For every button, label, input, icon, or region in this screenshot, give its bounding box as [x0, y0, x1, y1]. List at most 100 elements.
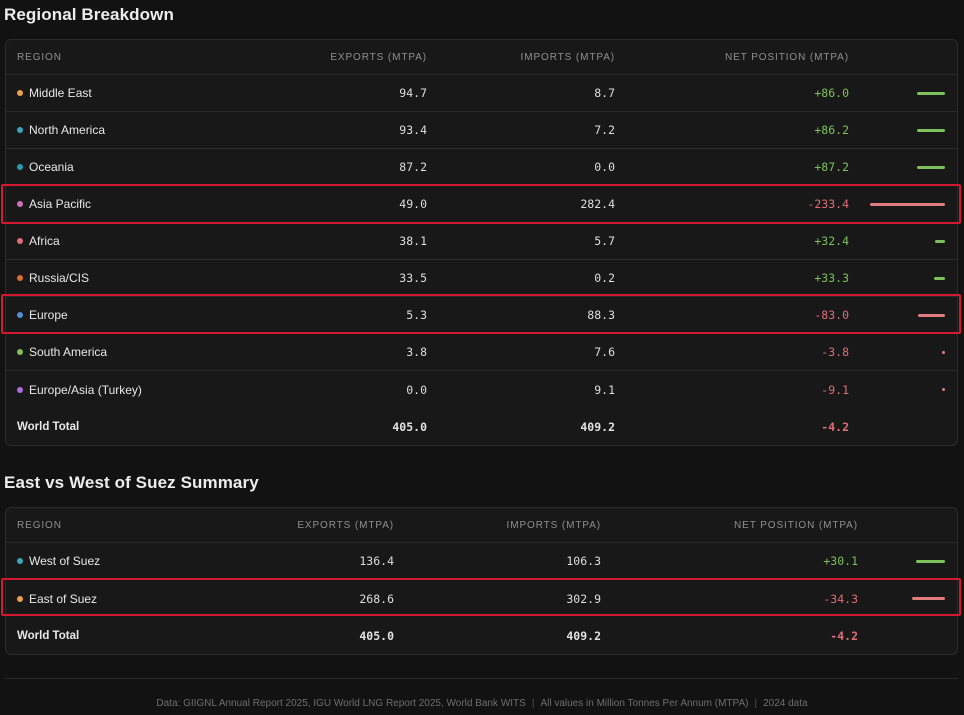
- net-position-bar: [917, 91, 945, 95]
- net-position-bar: [917, 128, 945, 132]
- world-total-label: World Total: [17, 420, 80, 433]
- region-cell: West of Suez: [17, 543, 100, 579]
- region-cell: Oceania: [17, 149, 74, 185]
- region-name: Europe/Asia (Turkey): [29, 382, 142, 397]
- exports-column-header: EXPORTS (MTPA): [297, 519, 394, 531]
- net-position-bar: [942, 388, 945, 391]
- exports-value: 49.0: [399, 197, 427, 211]
- region-cell: World Total: [17, 617, 79, 654]
- table-row: Oceania 87.2 0.0 +87.2: [6, 149, 957, 186]
- net-position-bar-cell: [917, 75, 945, 111]
- table-row: North America 93.4 7.2 +86.2: [6, 112, 957, 149]
- net-position-value: +86.0: [814, 86, 849, 100]
- region-color-dot: [17, 127, 23, 133]
- net-total: -4.2: [821, 419, 849, 434]
- table-header-row: REGION EXPORTS (MTPA) IMPORTS (MTPA) NET…: [6, 508, 957, 543]
- net-position-bar: [918, 313, 945, 317]
- region-cell: East of Suez: [17, 580, 97, 617]
- exports-total: 405.0: [359, 628, 394, 643]
- footer-separator: |: [531, 698, 535, 709]
- footer-units: All values in Million Tonnes Per Annum (…: [540, 698, 749, 709]
- footer-sources: Data: GIIGNL Annual Report 2025, IGU Wor…: [156, 698, 526, 709]
- world-total-row: World Total 405.0 409.2 -4.2: [6, 617, 957, 654]
- region-cell: Europe/Asia (Turkey): [17, 371, 142, 408]
- imports-column-header: IMPORTS (MTPA): [520, 51, 615, 63]
- imports-value: 8.7: [594, 86, 615, 100]
- imports-value: 7.6: [594, 345, 615, 359]
- net-position-bar-cell: [870, 186, 945, 222]
- region-color-dot: [17, 201, 23, 207]
- region-name: Africa: [29, 234, 60, 248]
- net-position-value: -3.8: [821, 345, 849, 359]
- net-position-bar-cell: [942, 334, 945, 370]
- region-color-dot: [17, 164, 23, 170]
- region-color-dot: [17, 386, 23, 393]
- exports-value: 3.8: [406, 345, 427, 359]
- exports-value: 33.5: [399, 271, 427, 285]
- exports-value: 5.3: [406, 308, 427, 322]
- exports-value: 94.7: [399, 86, 427, 100]
- net-position-bar: [917, 165, 945, 169]
- exports-value: 136.4: [359, 554, 394, 568]
- exports-value: 268.6: [359, 591, 394, 606]
- region-name: South America: [29, 345, 108, 359]
- net-position-column-header: NET POSITION (MTPA): [734, 519, 858, 531]
- region-name: East of Suez: [29, 591, 98, 606]
- exports-value: 87.2: [399, 160, 427, 174]
- footer-year: 2024 data: [763, 698, 808, 709]
- table-header-row: REGION EXPORTS (MTPA) IMPORTS (MTPA) NET…: [6, 40, 957, 75]
- net-position-bar-cell: [942, 371, 945, 408]
- net-position-bar-cell: [934, 260, 945, 296]
- table-row: Asia Pacific 49.0 282.4 -233.4: [6, 186, 957, 223]
- region-cell: Russia/CIS: [17, 260, 89, 296]
- table-body: West of Suez 136.4 106.3 +30.1 East of S…: [6, 543, 957, 617]
- imports-column-header: IMPORTS (MTPA): [506, 519, 601, 531]
- net-position-bar: [916, 559, 945, 563]
- region-cell: World Total: [17, 408, 79, 445]
- table-row: East of Suez 268.6 302.9 -34.3: [6, 580, 957, 617]
- footer-separator: |: [754, 698, 758, 709]
- regional-breakdown-title: Regional Breakdown: [4, 5, 174, 24]
- region-cell: North America: [17, 112, 105, 148]
- region-name: Middle East: [29, 86, 92, 100]
- region-name: West of Suez: [29, 554, 101, 568]
- net-position-value: +32.4: [814, 234, 849, 248]
- net-position-value: +87.2: [814, 160, 849, 174]
- footer: Data: GIIGNL Annual Report 2025, IGU Wor…: [0, 698, 964, 709]
- region-name: Russia/CIS: [29, 271, 90, 285]
- exports-column-header: EXPORTS (MTPA): [330, 51, 427, 63]
- net-position-value: -233.4: [807, 197, 849, 211]
- imports-total: 409.2: [566, 628, 601, 643]
- net-position-bar-cell: [912, 580, 945, 617]
- net-position-bar: [912, 597, 945, 600]
- imports-value: 0.0: [594, 160, 615, 174]
- region-name: Oceania: [29, 160, 74, 174]
- net-position-bar: [870, 202, 945, 206]
- net-position-bar-cell: [935, 223, 945, 259]
- net-total: -4.2: [830, 628, 858, 643]
- region-cell: Asia Pacific: [17, 186, 91, 222]
- region-name: Europe: [29, 308, 68, 322]
- imports-value: 282.4: [580, 197, 615, 211]
- imports-total: 409.2: [580, 419, 615, 434]
- exports-total: 405.0: [392, 419, 427, 434]
- net-position-value: +86.2: [814, 123, 849, 137]
- world-total-row: World Total 405.0 409.2 -4.2: [6, 408, 957, 445]
- table-row: Europe/Asia (Turkey) 0.0 9.1 -9.1: [6, 371, 957, 408]
- exports-value: 93.4: [399, 123, 427, 137]
- table-row: South America 3.8 7.6 -3.8: [6, 334, 957, 371]
- net-position-bar-cell: [917, 149, 945, 185]
- table-row: Russia/CIS 33.5 0.2 +33.3: [6, 260, 957, 297]
- region-column-header: REGION: [17, 519, 62, 531]
- net-position-value: -9.1: [821, 382, 849, 397]
- region-color-dot: [17, 90, 23, 96]
- region-color-dot: [17, 312, 23, 318]
- region-color-dot: [17, 349, 23, 355]
- net-position-bar-cell: [918, 297, 945, 333]
- net-position-bar: [935, 239, 945, 243]
- net-position-bar-cell: [916, 543, 945, 579]
- imports-value: 106.3: [566, 554, 601, 568]
- net-position-column-header: NET POSITION (MTPA): [725, 51, 849, 63]
- imports-value: 9.1: [594, 382, 615, 397]
- net-position-value: +33.3: [814, 271, 849, 285]
